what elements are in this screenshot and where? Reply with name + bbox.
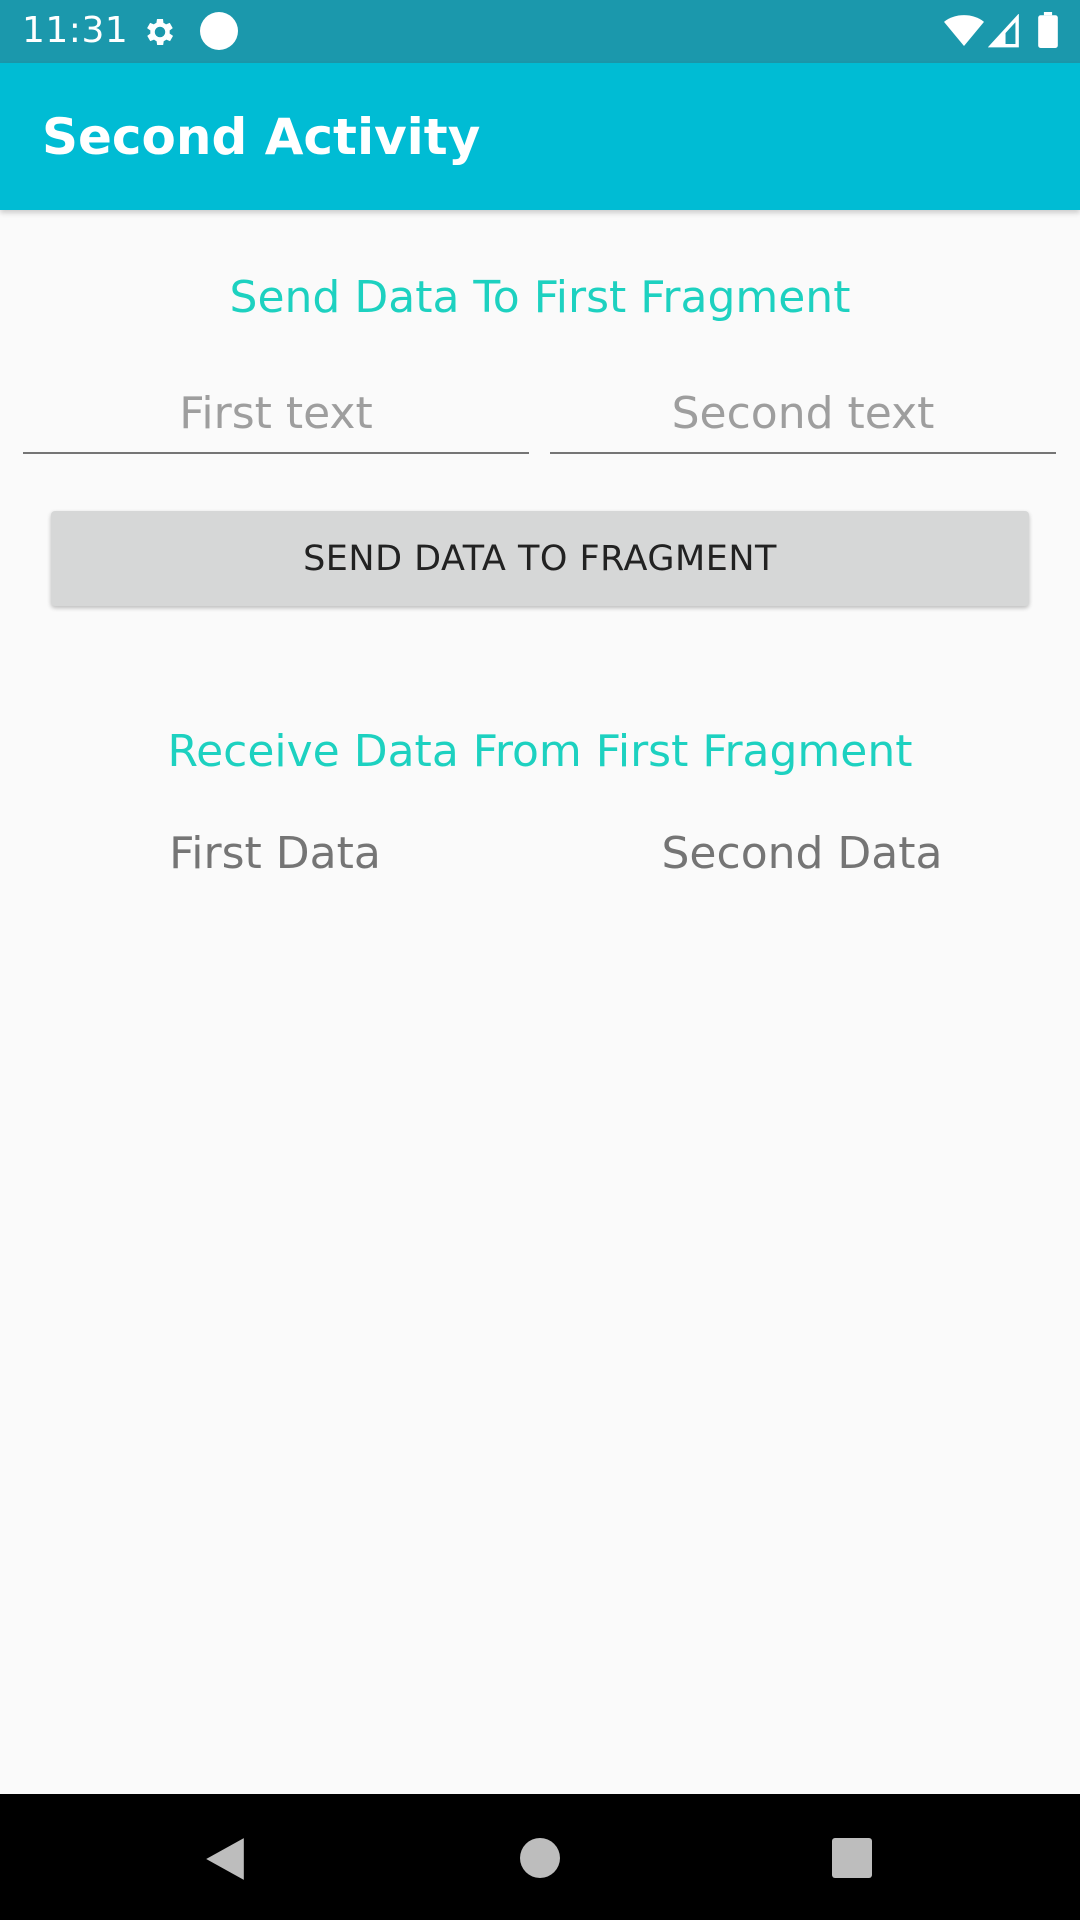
wifi-icon	[944, 15, 984, 46]
back-icon[interactable]	[204, 1836, 246, 1882]
recents-icon[interactable]	[832, 1838, 872, 1878]
screen: 11:31 Second Activity Send Data To First…	[0, 0, 1080, 1920]
status-bar: 11:31	[0, 0, 1080, 63]
receive-heading: Receive Data From First Fragment	[167, 726, 913, 777]
first-data-label: First Data	[169, 828, 381, 879]
battery-icon	[1038, 12, 1058, 48]
second-text-field	[550, 380, 1056, 454]
app-bar: Second Activity	[0, 63, 1080, 210]
send-data-button[interactable]: SEND DATA TO FRAGMENT	[51, 511, 1029, 606]
circle-icon	[200, 12, 238, 50]
send-heading: Send Data To First Fragment	[229, 272, 851, 323]
first-text-field	[23, 380, 529, 454]
second-data-label: Second Data	[661, 828, 943, 879]
signal-icon	[988, 14, 1019, 48]
status-time: 11:31	[22, 10, 129, 51]
navigation-bar	[0, 1794, 1080, 1920]
first-text-input[interactable]	[23, 380, 529, 446]
second-text-input[interactable]	[550, 380, 1056, 446]
home-icon[interactable]	[520, 1838, 560, 1878]
app-title: Second Activity	[42, 108, 481, 166]
gear-icon	[147, 18, 174, 46]
